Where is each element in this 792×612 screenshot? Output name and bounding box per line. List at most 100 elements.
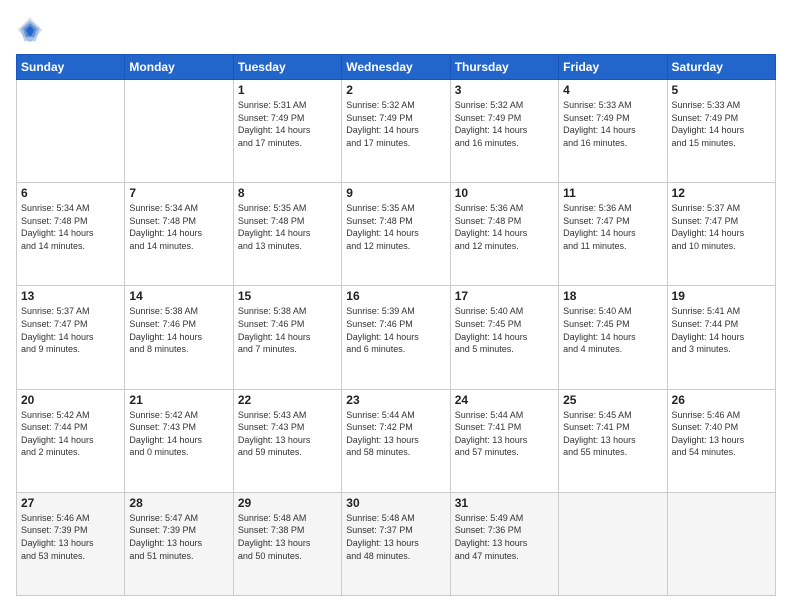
- calendar-cell: 22 Sunrise: 5:43 AM Sunset: 7:43 PM Dayli…: [233, 389, 341, 492]
- day-number: 1: [238, 83, 337, 97]
- col-wednesday: Wednesday: [342, 55, 450, 80]
- day-number: 20: [21, 393, 120, 407]
- day-number: 26: [672, 393, 771, 407]
- day-info: Sunrise: 5:33 AM Sunset: 7:49 PM Dayligh…: [672, 99, 771, 149]
- calendar-cell: 24Sunrise: 5:44 AM Sunset: 7:41 PM Dayli…: [450, 389, 558, 492]
- day-info: Sunrise: 5:37 AM Sunset: 7:47 PM Dayligh…: [21, 305, 120, 355]
- day-number: 25: [563, 393, 662, 407]
- day-info: Sunrise: 5:42 AM Sunset: 7:44 PM Dayligh…: [21, 409, 120, 459]
- calendar-cell: 9 Sunrise: 5:35 AM Sunset: 7:48 PM Daylig…: [342, 183, 450, 286]
- day-number: 11: [563, 186, 662, 200]
- calendar-cell: 14 Sunrise: 5:38 AM Sunset: 7:46 PM Dayli…: [125, 286, 233, 389]
- day-number: 8: [238, 186, 337, 200]
- logo: [16, 16, 48, 44]
- day-number: 27: [21, 496, 120, 510]
- calendar-cell: 26 Sunrise: 5:46 AM Sunset: 7:40 PM Dayli…: [667, 389, 775, 492]
- calendar-cell: 2 Sunrise: 5:32 AM Sunset: 7:49 PM Daylig…: [342, 80, 450, 183]
- day-number: 12: [672, 186, 771, 200]
- calendar-cell: 28Sunrise: 5:47 AM Sunset: 7:39 PM Dayli…: [125, 492, 233, 595]
- calendar-cell: 6 Sunrise: 5:34 AM Sunset: 7:48 PM Daylig…: [17, 183, 125, 286]
- day-number: 18: [563, 289, 662, 303]
- day-info: Sunrise: 5:46 AM Sunset: 7:40 PM Dayligh…: [672, 409, 771, 459]
- col-thursday: Thursday: [450, 55, 558, 80]
- calendar-cell: 23 Sunrise: 5:44 AM Sunset: 7:42 PM Dayli…: [342, 389, 450, 492]
- day-info: Sunrise: 5:42 AM Sunset: 7:43 PM Dayligh…: [129, 409, 228, 459]
- day-number: 23: [346, 393, 445, 407]
- calendar-cell: 31 Sunrise: 5:49 AM Sunset: 7:36 PM Dayli…: [450, 492, 558, 595]
- logo-icon: [16, 16, 44, 44]
- day-info: Sunrise: 5:33 AM Sunset: 7:49 PM Dayligh…: [563, 99, 662, 149]
- calendar-cell: 7 Sunrise: 5:34 AM Sunset: 7:48 PM Daylig…: [125, 183, 233, 286]
- day-number: 30: [346, 496, 445, 510]
- day-info: Sunrise: 5:34 AM Sunset: 7:48 PM Dayligh…: [129, 202, 228, 252]
- calendar-cell: 13Sunrise: 5:37 AM Sunset: 7:47 PM Dayli…: [17, 286, 125, 389]
- day-info: Sunrise: 5:32 AM Sunset: 7:49 PM Dayligh…: [346, 99, 445, 149]
- day-info: Sunrise: 5:48 AM Sunset: 7:37 PM Dayligh…: [346, 512, 445, 562]
- day-info: Sunrise: 5:40 AM Sunset: 7:45 PM Dayligh…: [455, 305, 554, 355]
- calendar-header-row: Sunday Monday Tuesday Wednesday Thursday…: [17, 55, 776, 80]
- day-info: Sunrise: 5:35 AM Sunset: 7:48 PM Dayligh…: [238, 202, 337, 252]
- day-info: Sunrise: 5:46 AM Sunset: 7:39 PM Dayligh…: [21, 512, 120, 562]
- calendar-cell: 10 Sunrise: 5:36 AM Sunset: 7:48 PM Dayli…: [450, 183, 558, 286]
- col-tuesday: Tuesday: [233, 55, 341, 80]
- col-saturday: Saturday: [667, 55, 775, 80]
- calendar-cell: 4 Sunrise: 5:33 AM Sunset: 7:49 PM Daylig…: [559, 80, 667, 183]
- day-number: 4: [563, 83, 662, 97]
- calendar-cell: 16 Sunrise: 5:39 AM Sunset: 7:46 PM Dayli…: [342, 286, 450, 389]
- day-info: Sunrise: 5:40 AM Sunset: 7:45 PM Dayligh…: [563, 305, 662, 355]
- day-number: 14: [129, 289, 228, 303]
- calendar-cell: 12 Sunrise: 5:37 AM Sunset: 7:47 PM Dayli…: [667, 183, 775, 286]
- day-number: 5: [672, 83, 771, 97]
- day-info: Sunrise: 5:41 AM Sunset: 7:44 PM Dayligh…: [672, 305, 771, 355]
- day-info: Sunrise: 5:36 AM Sunset: 7:48 PM Dayligh…: [455, 202, 554, 252]
- calendar-cell: [559, 492, 667, 595]
- day-info: Sunrise: 5:37 AM Sunset: 7:47 PM Dayligh…: [672, 202, 771, 252]
- day-info: Sunrise: 5:36 AM Sunset: 7:47 PM Dayligh…: [563, 202, 662, 252]
- day-info: Sunrise: 5:34 AM Sunset: 7:48 PM Dayligh…: [21, 202, 120, 252]
- calendar-cell: 5 Sunrise: 5:33 AM Sunset: 7:49 PM Daylig…: [667, 80, 775, 183]
- day-number: 6: [21, 186, 120, 200]
- calendar-cell: 11 Sunrise: 5:36 AM Sunset: 7:47 PM Dayli…: [559, 183, 667, 286]
- calendar-cell: 27 Sunrise: 5:46 AM Sunset: 7:39 PM Dayli…: [17, 492, 125, 595]
- day-info: Sunrise: 5:32 AM Sunset: 7:49 PM Dayligh…: [455, 99, 554, 149]
- day-info: Sunrise: 5:44 AM Sunset: 7:41 PM Dayligh…: [455, 409, 554, 459]
- col-friday: Friday: [559, 55, 667, 80]
- day-number: 28: [129, 496, 228, 510]
- day-number: 17: [455, 289, 554, 303]
- calendar-cell: 20 Sunrise: 5:42 AM Sunset: 7:44 PM Dayli…: [17, 389, 125, 492]
- day-number: 21: [129, 393, 228, 407]
- day-info: Sunrise: 5:43 AM Sunset: 7:43 PM Dayligh…: [238, 409, 337, 459]
- page-header: [16, 16, 776, 44]
- calendar-cell: 29 Sunrise: 5:48 AM Sunset: 7:38 PM Dayli…: [233, 492, 341, 595]
- calendar-cell: [17, 80, 125, 183]
- day-info: Sunrise: 5:49 AM Sunset: 7:36 PM Dayligh…: [455, 512, 554, 562]
- day-number: 29: [238, 496, 337, 510]
- calendar-cell: 1 Sunrise: 5:31 AM Sunset: 7:49 PM Daylig…: [233, 80, 341, 183]
- day-info: Sunrise: 5:39 AM Sunset: 7:46 PM Dayligh…: [346, 305, 445, 355]
- day-number: 7: [129, 186, 228, 200]
- day-info: Sunrise: 5:35 AM Sunset: 7:48 PM Dayligh…: [346, 202, 445, 252]
- calendar-cell: 15Sunrise: 5:38 AM Sunset: 7:46 PM Dayli…: [233, 286, 341, 389]
- day-info: Sunrise: 5:31 AM Sunset: 7:49 PM Dayligh…: [238, 99, 337, 149]
- day-info: Sunrise: 5:38 AM Sunset: 7:46 PM Dayligh…: [129, 305, 228, 355]
- day-number: 16: [346, 289, 445, 303]
- day-info: Sunrise: 5:38 AM Sunset: 7:46 PM Dayligh…: [238, 305, 337, 355]
- calendar-cell: 19 Sunrise: 5:41 AM Sunset: 7:44 PM Dayli…: [667, 286, 775, 389]
- col-monday: Monday: [125, 55, 233, 80]
- day-number: 2: [346, 83, 445, 97]
- calendar-cell: 8 Sunrise: 5:35 AM Sunset: 7:48 PM Daylig…: [233, 183, 341, 286]
- day-info: Sunrise: 5:48 AM Sunset: 7:38 PM Dayligh…: [238, 512, 337, 562]
- day-number: 22: [238, 393, 337, 407]
- day-number: 9: [346, 186, 445, 200]
- calendar-cell: 17 Sunrise: 5:40 AM Sunset: 7:45 PM Dayli…: [450, 286, 558, 389]
- calendar-cell: 30 Sunrise: 5:48 AM Sunset: 7:37 PM Dayli…: [342, 492, 450, 595]
- day-number: 19: [672, 289, 771, 303]
- day-number: 31: [455, 496, 554, 510]
- day-info: Sunrise: 5:45 AM Sunset: 7:41 PM Dayligh…: [563, 409, 662, 459]
- calendar-table: Sunday Monday Tuesday Wednesday Thursday…: [16, 54, 776, 596]
- day-info: Sunrise: 5:44 AM Sunset: 7:42 PM Dayligh…: [346, 409, 445, 459]
- calendar-cell: [125, 80, 233, 183]
- col-sunday: Sunday: [17, 55, 125, 80]
- day-number: 3: [455, 83, 554, 97]
- day-number: 10: [455, 186, 554, 200]
